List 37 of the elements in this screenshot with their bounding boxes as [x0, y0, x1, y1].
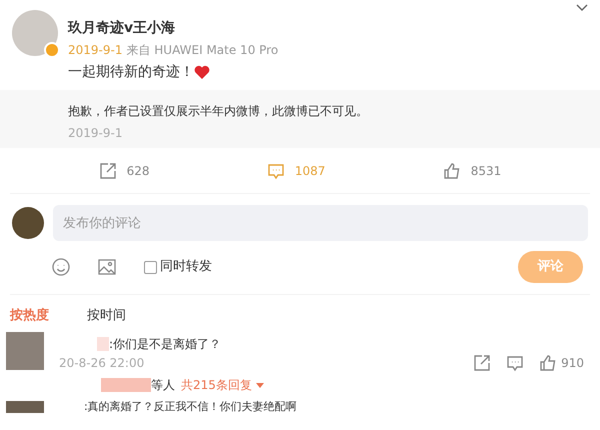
- comment-time: 20-8-26 22:00: [59, 355, 144, 372]
- comment-icon: [506, 354, 524, 372]
- pixelated-avatar: [6, 400, 44, 412]
- sort-tab[interactable]: 按热度: [10, 306, 49, 326]
- sort-tab[interactable]: 按时间: [87, 306, 126, 326]
- avatar[interactable]: [12, 10, 58, 56]
- replies-link[interactable]: 共215条回复: [181, 376, 264, 394]
- like-action[interactable]: 8531: [442, 162, 502, 180]
- comment-text: :你们是不是离婚了？: [109, 336, 222, 352]
- chevron-down-icon[interactable]: [576, 4, 588, 12]
- reply-users-text: 等人: [151, 377, 175, 394]
- repost-checkbox[interactable]: [144, 260, 157, 274]
- post-source: 来自 HUAWEI Mate 10 Pro: [126, 42, 278, 58]
- thumbs-up-icon: [539, 354, 558, 372]
- pixelated-avatar: [6, 332, 44, 370]
- heart-icon: [194, 64, 210, 80]
- emoji-icon[interactable]: [52, 258, 70, 276]
- blurred-names: [101, 378, 151, 392]
- author-name[interactable]: 玖月奇迹v王小海: [68, 19, 278, 37]
- image-icon[interactable]: [98, 258, 116, 276]
- comment-text: :真的离婚了？反正我不信！你们夫妻绝配啊: [84, 400, 297, 413]
- caret-icon: [256, 382, 264, 388]
- notice-date: 2019-9-1: [68, 125, 124, 141]
- share-icon: [98, 162, 117, 180]
- post-date[interactable]: 2019-9-1: [68, 42, 122, 58]
- comment-icon: [266, 162, 285, 180]
- comment-action[interactable]: 1087: [266, 162, 326, 180]
- checkbox-label[interactable]: 同时转发: [160, 257, 212, 277]
- user-avatar[interactable]: [12, 207, 44, 239]
- notice-text: 抱歉，作者已设置仅展示半年内微博，此微博已不可见。: [68, 103, 369, 119]
- thumbs-up-icon: [442, 162, 461, 180]
- repost-action[interactable]: 628: [98, 162, 150, 180]
- comment-input-field[interactable]: 发布你的评论: [53, 205, 588, 241]
- post-text: 一起期待新的奇迹！: [68, 63, 194, 82]
- share-icon: [473, 354, 492, 372]
- blurred-name: [97, 337, 109, 351]
- like-count: 910: [561, 355, 584, 372]
